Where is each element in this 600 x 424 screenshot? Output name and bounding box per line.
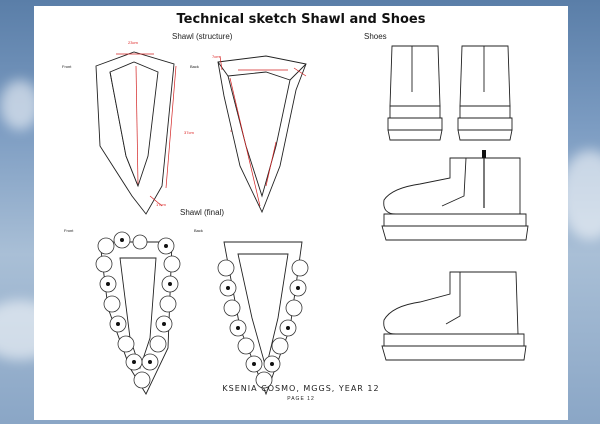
shoe-side-plain-drawing [381,271,527,361]
footer-credit: KSENIA COSMO, MGGS, YEAR 12 [222,384,380,393]
shawl-structure-front-drawing [95,51,177,215]
shawl-final-front-drawing [95,231,181,395]
shoe-side-zip-drawing [381,150,529,241]
shawl-structure-back-drawing [217,55,307,214]
page-number: PAGE 12 [287,396,315,402]
shawl-structure-label: Shawl (structure) [172,32,233,41]
measure-top-width: 23cm [128,40,138,45]
shawl-final-back-drawing [217,241,309,396]
front-label-structure: Front [62,64,72,69]
sketch-page: Technical sketch Shawl and Shoes Shawl (… [34,6,568,420]
front-label-final: Front [64,228,74,233]
shoes-rear-view-drawing [387,45,513,141]
page-title: Technical sketch Shawl and Shoes [176,12,426,27]
